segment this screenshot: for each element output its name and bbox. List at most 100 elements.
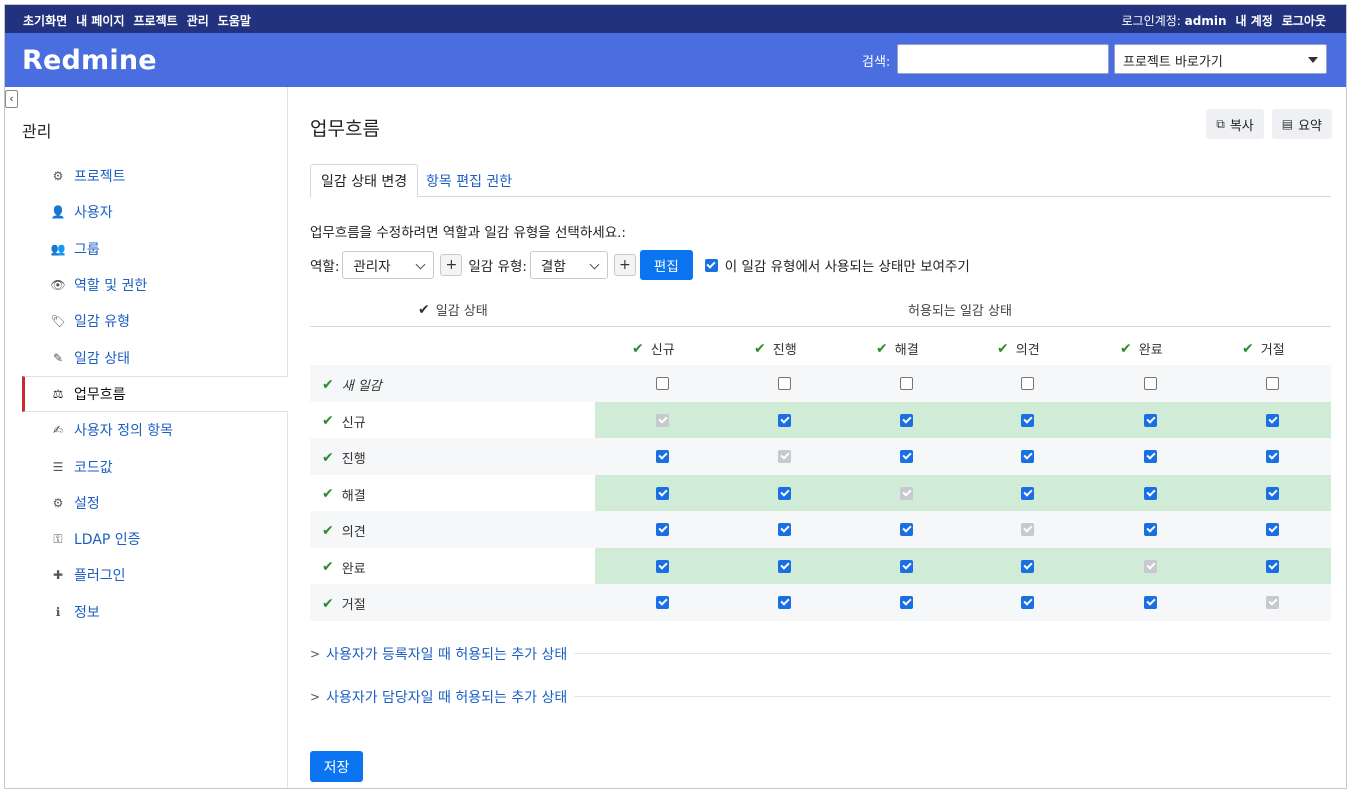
toggle-row-check-icon[interactable]: ✔: [322, 486, 334, 502]
sidebar-item-3[interactable]: 👁 역할 및 권한: [22, 267, 288, 303]
summary-button[interactable]: ▤ 요약: [1271, 109, 1332, 139]
transition-checkbox[interactable]: [656, 596, 669, 609]
toggle-row-check-icon[interactable]: ✔: [322, 450, 334, 466]
transition-checkbox[interactable]: [656, 450, 669, 463]
sidebar-item-8[interactable]: ☰ 코드값: [22, 448, 288, 484]
transition-checkbox[interactable]: [778, 486, 791, 500]
transition-checkbox[interactable]: [900, 413, 913, 427]
tracker-select[interactable]: 결함: [529, 251, 608, 279]
toggle-row-check-icon[interactable]: ✔: [322, 413, 334, 429]
help-link[interactable]: 도움말: [218, 12, 251, 29]
tab-status-transitions[interactable]: 일감 상태 변경: [310, 164, 419, 198]
transition-checkbox[interactable]: [1021, 486, 1034, 500]
sidebar-item-7[interactable]: ✍ 사용자 정의 항목: [22, 412, 288, 448]
transition-checkbox[interactable]: [1144, 596, 1157, 609]
transition-checkbox[interactable]: [778, 377, 791, 390]
transition-checkbox[interactable]: [1266, 450, 1279, 463]
copy-button[interactable]: ⧉ 복사: [1206, 109, 1264, 139]
assignee-section-label: 사용자가 담당자일 때 허용되는 추가 상태: [326, 690, 568, 706]
administration-link[interactable]: 관리: [187, 12, 209, 29]
username-link[interactable]: admin: [1185, 14, 1227, 28]
my-account-link[interactable]: 내 계정: [1236, 12, 1273, 29]
transition-checkbox[interactable]: [1144, 523, 1157, 536]
transition-checkbox[interactable]: [900, 559, 913, 573]
transition-checkbox[interactable]: [778, 596, 791, 609]
transition-checkbox[interactable]: [778, 413, 791, 427]
sidebar-item-11[interactable]: ✚ 플러그인: [22, 557, 288, 593]
save-button[interactable]: 저장: [310, 751, 363, 782]
logout-link[interactable]: 로그아웃: [1282, 12, 1326, 29]
project-jump-label: 프로젝트 바로가기: [1123, 55, 1223, 70]
transition-checkbox[interactable]: [656, 523, 669, 536]
transition-checkbox[interactable]: [900, 450, 913, 463]
transition-checkbox[interactable]: [1021, 596, 1034, 609]
transition-checkbox[interactable]: [778, 559, 791, 573]
sidebar-item-4[interactable]: 🏷 일감 유형: [22, 303, 288, 339]
my-page-link[interactable]: 내 페이지: [76, 12, 124, 29]
author-additional-statuses-toggle[interactable]: > 사용자가 등록자일 때 허용되는 추가 상태: [310, 644, 567, 664]
transition-checkbox[interactable]: [778, 523, 791, 536]
column-header-label: 진행: [772, 343, 797, 358]
transition-checkbox[interactable]: [1144, 450, 1157, 463]
transition-checkbox[interactable]: [656, 377, 669, 390]
sidebar-item-10[interactable]: ⚿ LDAP 인증: [22, 521, 288, 557]
transition-checkbox[interactable]: [1021, 559, 1034, 573]
chevron-right-icon: >: [310, 690, 321, 704]
transition-checkbox[interactable]: [1266, 413, 1279, 427]
transition-checkbox[interactable]: [900, 596, 913, 609]
toggle-row-check-icon[interactable]: ✔: [322, 596, 334, 612]
toggle-row-check-icon[interactable]: ✔: [322, 523, 334, 539]
transition-checkbox[interactable]: [1144, 486, 1157, 500]
table-row: ✔ 해결: [310, 474, 1331, 511]
transition-checkbox[interactable]: [900, 377, 913, 390]
transition-checkbox[interactable]: [1266, 523, 1279, 536]
toggle-column-check-icon[interactable]: ✔: [632, 341, 644, 357]
transition-checkbox[interactable]: [1144, 413, 1157, 427]
toggle-all-check-icon[interactable]: ✔: [418, 302, 430, 318]
project-jump-select[interactable]: 프로젝트 바로가기: [1114, 44, 1327, 74]
transition-checkbox[interactable]: [1144, 377, 1157, 390]
sidebar-item-12[interactable]: ℹ 정보: [22, 594, 288, 630]
sidebar-item-label: 일감 상태: [74, 350, 130, 367]
sidebar-item-5[interactable]: ✎ 일감 상태: [22, 339, 288, 375]
transition-checkbox[interactable]: [656, 486, 669, 500]
toggle-column-check-icon[interactable]: ✔: [876, 341, 888, 357]
transition-checkbox[interactable]: [1266, 486, 1279, 500]
tracker-expand-button[interactable]: +: [613, 254, 636, 276]
transition-checkbox[interactable]: [656, 559, 669, 573]
row-label: ✔ 새 일감: [322, 375, 382, 395]
document-icon: ▤: [1281, 117, 1294, 131]
tab-field-permissions[interactable]: 항목 편집 권한: [416, 164, 522, 198]
transition-checkbox[interactable]: [1266, 377, 1279, 390]
sidebar-item-9[interactable]: ⚙ 설정: [22, 485, 288, 521]
role-expand-button[interactable]: +: [440, 254, 463, 276]
edit-button[interactable]: 편집: [639, 250, 693, 280]
search-input[interactable]: [897, 44, 1109, 74]
toggle-column-check-icon[interactable]: ✔: [997, 341, 1009, 357]
role-select[interactable]: 관리자: [342, 251, 435, 279]
transition-checkbox[interactable]: [1021, 450, 1034, 463]
assignee-additional-statuses-toggle[interactable]: > 사용자가 담당자일 때 허용되는 추가 상태: [310, 687, 567, 707]
transition-checkbox[interactable]: [1021, 377, 1034, 390]
sidebar-item-1[interactable]: 👤 사용자: [22, 194, 288, 230]
transition-checkbox[interactable]: [1021, 413, 1034, 427]
workflow-icon: ⚖: [52, 386, 64, 401]
sidebar-item-2[interactable]: 👥 그룹: [22, 231, 288, 267]
projects-link[interactable]: 프로젝트: [134, 12, 178, 29]
sidebar-collapse-button[interactable]: ‹: [5, 90, 18, 108]
row-label: ✔ 진행: [322, 448, 366, 468]
toggle-row-check-icon[interactable]: ✔: [322, 377, 334, 393]
row-label-text: 의견: [341, 525, 366, 540]
workflow-table: ✔ 일감 상태 허용되는 일감 상태 ✔ 신규 ✔ 진행 ✔ 해결 ✔ 의견 ✔ 완료 ✔ 거절 ✔ 새…: [310, 288, 1331, 621]
toggle-column-check-icon[interactable]: ✔: [1120, 341, 1132, 357]
sidebar-item-0[interactable]: ⚙ 프로젝트: [22, 158, 288, 194]
home-link[interactable]: 초기화면: [23, 12, 67, 29]
sidebar-item-6[interactable]: ⚖ 업무흐름: [22, 375, 288, 413]
toggle-row-check-icon[interactable]: ✔: [322, 559, 334, 575]
transition-checkbox[interactable]: [900, 523, 913, 536]
only-used-statuses-checkbox[interactable]: [704, 258, 718, 272]
author-section-label: 사용자가 등록자일 때 허용되는 추가 상태: [326, 647, 568, 663]
toggle-column-check-icon[interactable]: ✔: [754, 341, 766, 357]
transition-checkbox[interactable]: [1266, 559, 1279, 573]
toggle-column-check-icon[interactable]: ✔: [1242, 341, 1254, 357]
